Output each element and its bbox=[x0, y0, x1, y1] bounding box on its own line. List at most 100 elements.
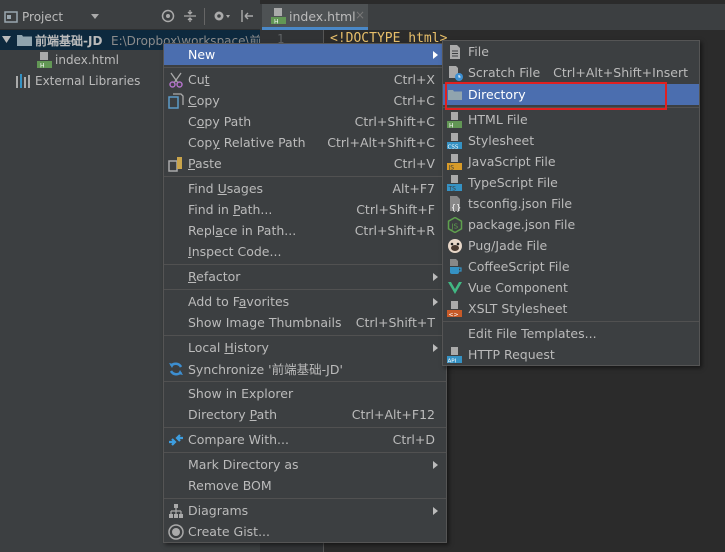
project-panel-title[interactable]: Project bbox=[22, 10, 63, 24]
context-menu: New Cut Ctrl+X Copy Ctrl+C Copy Path Ctrl+S… bbox=[163, 43, 447, 543]
submenu-item-pug-jade[interactable]: Pug/Jade File bbox=[443, 235, 699, 256]
svg-text:H: H bbox=[449, 123, 454, 129]
submenu-item-edit-file-templates[interactable]: Edit File Templates... bbox=[443, 323, 699, 344]
menu-item-show-image-thumbnails[interactable]: Show Image Thumbnails Ctrl+Shift+T bbox=[164, 312, 446, 333]
menu-separator bbox=[164, 264, 446, 265]
menu-item-find-in-path[interactable]: Find in Path... Ctrl+Shift+F bbox=[164, 199, 446, 220]
svg-text:JS: JS bbox=[448, 165, 455, 171]
menu-separator bbox=[164, 498, 446, 499]
tab-index-html[interactable]: H index.html × bbox=[262, 4, 368, 30]
hide-icon[interactable] bbox=[240, 9, 254, 23]
svg-text:TS: TS bbox=[448, 186, 457, 192]
gear-icon[interactable] bbox=[212, 9, 232, 23]
submenu-item-typescript-file[interactable]: TS TypeScript File bbox=[443, 172, 699, 193]
menu-item-cut[interactable]: Cut Ctrl+X bbox=[164, 69, 446, 90]
libraries-icon bbox=[16, 74, 30, 88]
menu-item-label: Copy Relative Path bbox=[188, 135, 306, 150]
separator bbox=[204, 8, 205, 25]
menu-item-label: Find in Path... bbox=[188, 202, 273, 217]
menu-item-remove-bom[interactable]: Remove BOM bbox=[164, 475, 446, 496]
submenu-item-file[interactable]: File bbox=[443, 41, 699, 62]
collapse-icon[interactable] bbox=[183, 9, 197, 23]
menu-item-refactor[interactable]: Refactor bbox=[164, 266, 446, 287]
html-file-icon: H bbox=[271, 8, 286, 24]
menu-item-mark-directory-as[interactable]: Mark Directory as bbox=[164, 454, 446, 475]
nodejs-icon: JS bbox=[447, 217, 463, 233]
ts-file-icon: TS bbox=[447, 175, 462, 192]
submenu-arrow-icon bbox=[433, 506, 438, 515]
menu-item-new[interactable]: New bbox=[164, 44, 446, 65]
submenu-item-http-request[interactable]: API HTTP Request bbox=[443, 344, 699, 365]
menu-item-label: Add to Favorites bbox=[188, 294, 290, 309]
menu-separator bbox=[164, 427, 446, 428]
scissors-icon bbox=[169, 72, 183, 88]
project-panel-header: Project bbox=[0, 4, 260, 30]
svg-text:H: H bbox=[274, 19, 279, 25]
submenu-item-xslt-stylesheet[interactable]: <> XSLT Stylesheet bbox=[443, 298, 699, 319]
svg-text:{}: {} bbox=[451, 203, 461, 212]
folder-icon bbox=[17, 35, 32, 46]
highlight-annotation-box bbox=[445, 82, 667, 110]
submenu-item-javascript-file[interactable]: JS JavaScript File bbox=[443, 151, 699, 172]
menu-item-label: Inspect Code... bbox=[188, 244, 282, 259]
github-icon bbox=[168, 524, 184, 540]
compare-icon bbox=[169, 434, 183, 446]
menu-item-inspect-code[interactable]: Inspect Code... bbox=[164, 241, 446, 262]
menu-item-create-gist[interactable]: Create Gist... bbox=[164, 521, 446, 542]
menu-item-label: Find Usages bbox=[188, 181, 264, 196]
submenu-item-scratch-file[interactable]: Scratch File Ctrl+Alt+Shift+Insert bbox=[443, 62, 699, 83]
file-icon bbox=[450, 45, 460, 59]
svg-text:<>: <> bbox=[449, 312, 459, 318]
menu-item-directory-path[interactable]: Directory Path Ctrl+Alt+F12 bbox=[164, 404, 446, 425]
submenu-item-tsconfig[interactable]: {} tsconfig.json File bbox=[443, 193, 699, 214]
menu-item-synchronize[interactable]: Synchronize '前端基础-JD' bbox=[164, 358, 446, 379]
submenu-item-coffeescript[interactable]: CoffeeScript File bbox=[443, 256, 699, 277]
file-name: index.html bbox=[55, 53, 119, 67]
svg-text:API: API bbox=[448, 359, 457, 364]
submenu-item-html-file[interactable]: H HTML File bbox=[443, 109, 699, 130]
tab-close-icon[interactable]: × bbox=[355, 8, 365, 22]
menu-item-diagrams[interactable]: Diagrams bbox=[164, 500, 446, 521]
menu-item-find-usages[interactable]: Find Usages Alt+F7 bbox=[164, 178, 446, 199]
svg-text:JS: JS bbox=[451, 223, 459, 231]
submenu-item-vue-component[interactable]: Vue Component bbox=[443, 277, 699, 298]
tsconfig-icon: {} bbox=[450, 196, 461, 212]
menu-item-replace-in-path[interactable]: Replace in Path... Ctrl+Shift+R bbox=[164, 220, 446, 241]
menu-item-label: Directory Path bbox=[188, 407, 278, 422]
menu-item-label: Paste bbox=[188, 156, 222, 171]
menu-item-compare-with[interactable]: Compare With... Ctrl+D bbox=[164, 429, 446, 450]
diagram-icon bbox=[169, 504, 183, 518]
menu-item-label: Copy bbox=[188, 93, 220, 108]
menu-separator bbox=[164, 335, 446, 336]
submenu-arrow-icon bbox=[433, 343, 438, 352]
submenu-item-stylesheet[interactable]: CSS Stylesheet bbox=[443, 130, 699, 151]
menu-item-local-history[interactable]: Local History bbox=[164, 337, 446, 358]
html-file-icon: H bbox=[447, 112, 462, 129]
submenu-arrow-icon bbox=[433, 297, 438, 306]
vue-icon bbox=[448, 282, 462, 294]
menu-item-label: Cut bbox=[188, 72, 210, 87]
menu-item-label: Local History bbox=[188, 340, 269, 355]
menu-separator bbox=[443, 321, 699, 322]
html-file-icon: H bbox=[37, 52, 52, 68]
submenu-item-package-json[interactable]: JS package.json File bbox=[443, 214, 699, 235]
paste-icon bbox=[168, 157, 182, 172]
editor-tab-bar: H index.html × bbox=[260, 4, 725, 30]
css-file-icon: CSS bbox=[447, 133, 462, 149]
menu-separator bbox=[164, 289, 446, 290]
menu-item-copy-relative-path[interactable]: Copy Relative Path Ctrl+Alt+Shift+C bbox=[164, 132, 446, 153]
menu-item-add-to-favorites[interactable]: Add to Favorites bbox=[164, 291, 446, 312]
menu-separator bbox=[164, 176, 446, 177]
menu-item-copy[interactable]: Copy Ctrl+C bbox=[164, 90, 446, 111]
menu-item-show-in-explorer[interactable]: Show in Explorer bbox=[164, 383, 446, 404]
dropdown-icon[interactable] bbox=[91, 14, 99, 20]
menu-item-copy-path[interactable]: Copy Path Ctrl+Shift+C bbox=[164, 111, 446, 132]
js-file-icon: JS bbox=[447, 154, 462, 171]
scratch-file-icon bbox=[449, 66, 463, 81]
tab-label: index.html bbox=[289, 9, 356, 24]
expand-arrow-icon[interactable] bbox=[2, 36, 11, 44]
menu-item-paste[interactable]: Paste Ctrl+V bbox=[164, 153, 446, 174]
menu-item-label: Replace in Path... bbox=[188, 223, 297, 238]
external-libraries-label: External Libraries bbox=[35, 74, 141, 88]
locate-icon[interactable] bbox=[161, 9, 175, 23]
